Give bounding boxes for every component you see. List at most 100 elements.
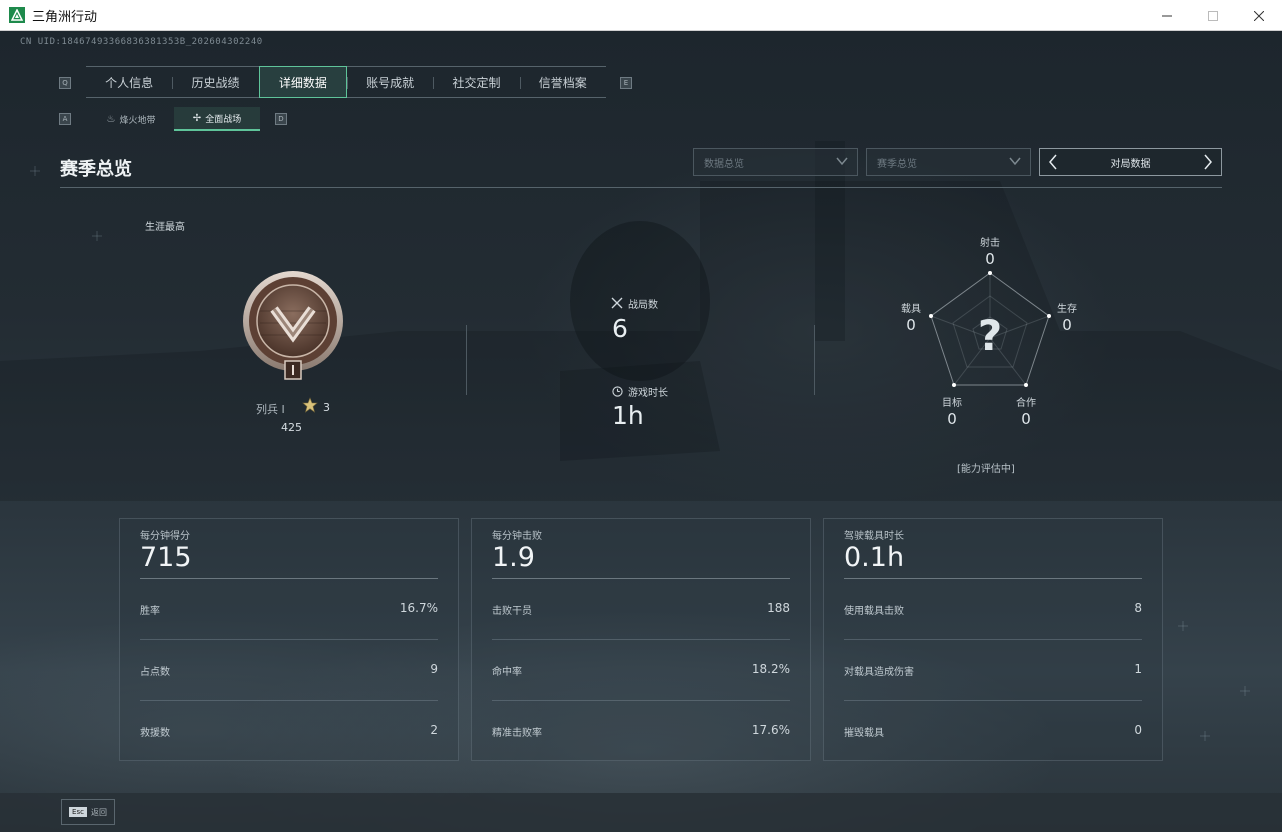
back-button[interactable]: Esc 返回 <box>61 799 115 825</box>
card-divider <box>492 578 790 579</box>
row-divider <box>140 700 438 701</box>
tab-detailed-data[interactable]: 详细数据 <box>258 66 347 98</box>
stat-row-label: 使用载具击败 <box>844 606 904 617</box>
window-titlebar: 三角洲行动 <box>0 0 1282 31</box>
app-logo-icon <box>9 7 25 23</box>
radar-value-teamwork: 0 <box>1021 410 1031 428</box>
stat-row: 胜率 16.7% <box>140 599 438 619</box>
radar-label-objective: 目标 <box>942 398 962 409</box>
stat-row: 摧毁载具 0 <box>844 721 1142 741</box>
stat-row-value: 2 <box>430 723 438 737</box>
radar-label-teamwork: 合作 <box>1016 398 1036 409</box>
card-value: 715 <box>140 542 192 573</box>
subtab-prev-key-hint[interactable]: A <box>59 113 71 125</box>
stat-row-value: 1 <box>1134 662 1142 676</box>
rank-emblem-icon <box>243 271 343 380</box>
card-value: 1.9 <box>492 542 535 573</box>
radar-label-shooting: 射击 <box>980 238 1000 249</box>
tab-achievements[interactable]: 账号成就 <box>346 67 433 97</box>
dropdown-value: 数据总览 <box>704 158 744 170</box>
rank-name: 列兵 I <box>256 403 285 416</box>
stat-row: 救援数 2 <box>140 721 438 741</box>
tab-social-custom[interactable]: 社交定制 <box>433 67 519 97</box>
esc-key-hint: Esc <box>69 807 87 817</box>
row-divider <box>844 700 1142 701</box>
stat-row-label: 救援数 <box>140 728 170 739</box>
radar-unknown-icon: ? <box>977 311 1003 360</box>
radar-label-survival: 生存 <box>1057 304 1077 315</box>
battle-icon: ✢ <box>192 112 202 124</box>
game-viewport: CN UID:18467493366836381353B_20260430224… <box>0 31 1282 832</box>
card-value: 0.1h <box>844 542 905 573</box>
chevron-right-icon <box>1204 154 1212 170</box>
radar-value-shooting: 0 <box>985 250 995 268</box>
main-tabbar: 个人信息 历史战绩 详细数据 账号成就 社交定制 信誉档案 <box>86 66 606 98</box>
match-data-pager: 对局数据 <box>1039 148 1222 176</box>
card-title: 每分钟击败 <box>492 531 542 542</box>
stat-row-value: 17.6% <box>751 723 790 737</box>
mode-subtabbar: ♨ 烽火地带 ✢ 全面战场 <box>88 107 260 131</box>
battles-value: 6 <box>612 314 628 343</box>
season-dropdown[interactable]: 赛季总览 <box>866 148 1031 176</box>
chevron-down-icon <box>836 157 848 166</box>
subtab-hazard-zone[interactable]: ♨ 烽火地带 <box>88 107 174 131</box>
radar-label-vehicle: 载具 <box>901 304 921 315</box>
radar-value-vehicle: 0 <box>906 316 916 334</box>
playtime-label: 游戏时长 <box>628 388 668 399</box>
tab-next-key-hint[interactable]: E <box>620 77 632 89</box>
row-divider <box>492 700 790 701</box>
card-divider <box>140 578 438 579</box>
crossed-swords-icon <box>611 297 623 309</box>
row-divider <box>140 639 438 640</box>
stat-row: 精准击败率 17.6% <box>492 721 790 741</box>
dropdown-value: 赛季总览 <box>877 158 917 170</box>
subtab-full-battlefield[interactable]: ✢ 全面战场 <box>174 107 260 131</box>
player-uid: CN UID:18467493366836381353B_20260430224… <box>20 37 263 47</box>
stat-row: 对载具造成伤害 1 <box>844 660 1142 680</box>
radar-value-survival: 0 <box>1062 316 1072 334</box>
ability-status: [能力评估中] <box>957 464 1015 475</box>
pager-next-button[interactable] <box>1201 153 1215 171</box>
vertical-divider <box>814 325 815 395</box>
stat-row-value: 18.2% <box>751 662 790 676</box>
subtab-label: 烽火地带 <box>119 115 156 126</box>
tab-reputation[interactable]: 信誉档案 <box>519 67 606 97</box>
stat-card-score: 每分钟得分 715 胜率 16.7% 占点数 9 救援数 2 <box>119 518 459 761</box>
stat-row-label: 击败干员 <box>492 606 532 617</box>
back-label: 返回 <box>90 807 107 817</box>
tab-history[interactable]: 历史战绩 <box>172 67 258 97</box>
radar-value-objective: 0 <box>947 410 957 428</box>
stat-row-value: 188 <box>767 601 790 615</box>
stat-row-value: 8 <box>1134 601 1142 615</box>
star-icon <box>302 397 318 413</box>
stat-row-value: 16.7% <box>399 601 438 615</box>
data-type-dropdown[interactable]: 数据总览 <box>693 148 858 176</box>
subtab-next-key-hint[interactable]: D <box>275 113 287 125</box>
stat-row-value: 0 <box>1134 723 1142 737</box>
row-divider <box>844 639 1142 640</box>
pager-prev-button[interactable] <box>1046 153 1060 171</box>
subtab-label: 全面战场 <box>205 114 242 125</box>
career-best-label: 生涯最高 <box>145 222 185 233</box>
bottom-bar: Esc 返回 <box>0 793 1282 832</box>
section-divider <box>60 187 1222 188</box>
maximize-button[interactable] <box>1190 0 1236 31</box>
stat-card-vehicle: 驾驶载具时长 0.1h 使用载具击败 8 对载具造成伤害 1 摧毁载具 0 <box>823 518 1163 761</box>
stat-row-label: 命中率 <box>492 667 522 678</box>
page-title: 赛季总览 <box>60 159 132 180</box>
stat-row: 击败干员 188 <box>492 599 790 619</box>
chevron-down-icon <box>1009 157 1021 166</box>
stat-row-label: 占点数 <box>140 667 170 678</box>
tab-prev-key-hint[interactable]: Q <box>59 77 71 89</box>
card-title: 驾驶载具时长 <box>844 531 904 542</box>
stat-row-value: 9 <box>430 662 438 676</box>
tab-personal-info[interactable]: 个人信息 <box>86 67 172 97</box>
stat-row-label: 精准击败率 <box>492 728 542 739</box>
rank-points: 425 <box>281 421 302 434</box>
close-button[interactable] <box>1236 0 1282 31</box>
battles-label: 战局数 <box>628 300 658 311</box>
stat-row-label: 摧毁载具 <box>844 728 884 739</box>
chevron-left-icon <box>1049 154 1057 170</box>
minimize-button[interactable] <box>1144 0 1190 31</box>
vertical-divider <box>466 325 467 395</box>
